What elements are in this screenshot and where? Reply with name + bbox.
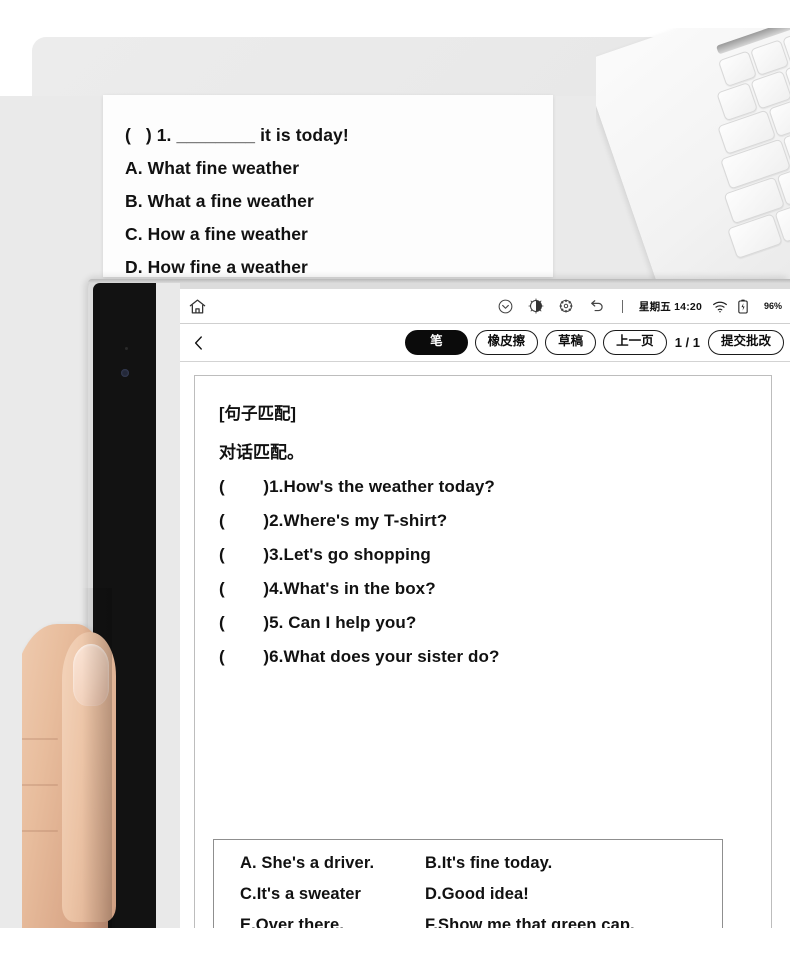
question-item[interactable]: ( )1.How's the weather today? bbox=[219, 477, 753, 497]
home-icon[interactable] bbox=[188, 297, 207, 316]
tablet-inner-margin bbox=[156, 283, 180, 939]
sensor-dot bbox=[125, 347, 128, 350]
image-topright-crop bbox=[760, 0, 790, 28]
answer-option-b: B.It's fine today. bbox=[425, 854, 553, 872]
paper-line-1: ( ) 1. ________ it is today! bbox=[125, 125, 349, 145]
answer-option-d: D.Good idea! bbox=[425, 885, 529, 903]
image-bottom-crop bbox=[0, 928, 790, 953]
photo-scene: ( ) 1. ________ it is today! A. What fin… bbox=[0, 0, 790, 953]
answer-option-a: A. She's a driver. bbox=[240, 854, 375, 872]
hand-shadow bbox=[82, 588, 112, 953]
question-item[interactable]: ( )5. Can I help you? bbox=[219, 613, 753, 633]
eraser-tool-button[interactable]: 橡皮擦 bbox=[474, 330, 539, 355]
answer-row: C.It's a sweater D.Good idea! bbox=[214, 885, 722, 904]
laptop-keyboard bbox=[596, 28, 790, 293]
question-item[interactable]: ( )2.Where's my T-shirt? bbox=[219, 511, 753, 531]
paper-line-5: D. How fine a weather bbox=[125, 257, 308, 277]
chevron-down-circle-icon[interactable] bbox=[497, 298, 514, 315]
settings-gear-icon[interactable] bbox=[558, 298, 574, 314]
battery-level-label: 96% bbox=[763, 301, 782, 311]
pen-tool-button[interactable]: 笔 bbox=[405, 330, 468, 355]
submit-for-grading-button[interactable]: 提交批改 bbox=[707, 330, 784, 355]
answer-option-c: C.It's a sweater bbox=[240, 885, 362, 903]
draft-button[interactable]: 草稿 bbox=[545, 330, 597, 355]
section-subtitle: 对话匹配。 bbox=[219, 443, 304, 462]
undo-icon[interactable] bbox=[588, 297, 606, 315]
paper-line-4: C. How a fine weather bbox=[125, 224, 308, 244]
question-item[interactable]: ( )4.What's in the box? bbox=[219, 579, 753, 599]
battery-icon bbox=[738, 299, 748, 314]
tablet-top-edge bbox=[88, 279, 790, 283]
status-divider bbox=[621, 299, 623, 313]
tablet-screen: 星期五 14:20 96% 笔 橡皮擦 草稿 上一页 1 / 1 提交批改 [句… bbox=[180, 289, 790, 939]
front-camera-icon bbox=[121, 369, 129, 377]
contrast-icon[interactable] bbox=[528, 298, 544, 314]
back-chevron-icon[interactable] bbox=[190, 334, 208, 352]
question-list: ( )1.How's the weather today? ( )2.Where… bbox=[213, 477, 753, 667]
page-indicator: 1 / 1 bbox=[674, 335, 700, 350]
answer-row: A. She's a driver. B.It's fine today. bbox=[214, 854, 722, 873]
tablet-device: 星期五 14:20 96% 笔 橡皮擦 草稿 上一页 1 / 1 提交批改 [句… bbox=[88, 279, 790, 939]
paper-line-3: B. What a fine weather bbox=[125, 191, 314, 211]
worksheet-page[interactable]: [句子匹配] 对话匹配。 ( )1.How's the weather toda… bbox=[194, 375, 772, 939]
question-item[interactable]: ( )6.What does your sister do? bbox=[219, 647, 753, 667]
status-bar: 星期五 14:20 96% bbox=[180, 289, 790, 324]
app-toolbar: 笔 橡皮擦 草稿 上一页 1 / 1 提交批改 bbox=[180, 324, 790, 362]
prev-page-button[interactable]: 上一页 bbox=[603, 330, 667, 355]
wifi-icon bbox=[712, 300, 728, 313]
paper-line-2: A. What fine weather bbox=[125, 158, 300, 178]
status-datetime: 星期五 14:20 bbox=[638, 300, 702, 313]
printed-worksheet-paper: ( ) 1. ________ it is today! A. What fin… bbox=[103, 95, 553, 277]
answer-options-box: A. She's a driver. B.It's fine today. C.… bbox=[213, 839, 723, 939]
question-item[interactable]: ( )3.Let's go shopping bbox=[219, 545, 753, 565]
hand-holding-tablet bbox=[22, 588, 122, 953]
section-title: [句子匹配] bbox=[219, 405, 296, 423]
